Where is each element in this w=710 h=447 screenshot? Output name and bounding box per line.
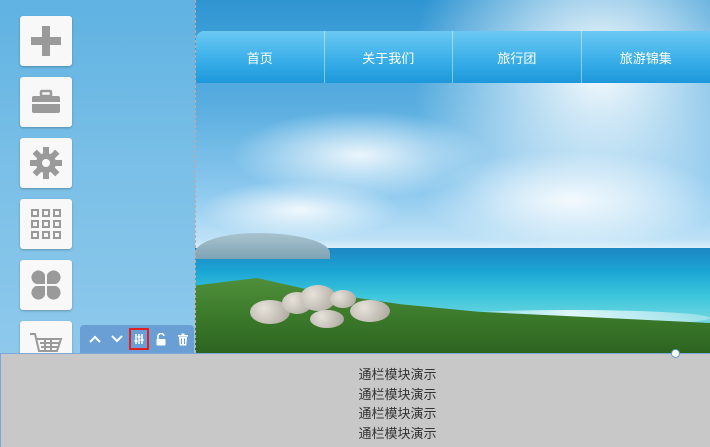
chevron-up-icon	[89, 335, 101, 343]
add-module-button[interactable]	[20, 16, 72, 66]
resize-handle[interactable]	[671, 349, 680, 358]
nav-item-about[interactable]: 关于我们	[325, 31, 454, 83]
trash-icon	[178, 333, 188, 345]
module-control-bar	[80, 325, 194, 353]
nav-item-travel-collection[interactable]: 旅游锦集	[582, 31, 710, 83]
nav-item-home[interactable]: 首页	[196, 31, 325, 83]
cloud	[200, 180, 400, 240]
layout-grid-button[interactable]	[20, 199, 72, 249]
settings-button[interactable]	[20, 138, 72, 188]
gear-icon	[30, 147, 62, 179]
cloud	[420, 150, 710, 250]
plus-icon	[31, 26, 61, 56]
main-nav: 首页 关于我们 旅行团 旅游锦集	[196, 31, 710, 83]
nav-item-tour-group[interactable]: 旅行团	[453, 31, 582, 83]
module-text-line: 通栏模块演示	[358, 427, 437, 443]
rock	[310, 310, 344, 328]
settings-sliders-icon	[134, 334, 144, 344]
module-text-line: 通栏模块演示	[358, 387, 437, 403]
move-up-button[interactable]	[86, 329, 104, 349]
clover-icon	[31, 270, 61, 300]
module-text: 通栏模块演示 通栏模块演示 通栏模块演示 通栏模块演示	[0, 366, 710, 445]
unlock-button[interactable]	[152, 329, 170, 349]
module-text-line: 通栏模块演示	[358, 368, 437, 383]
module-text-line: 通栏模块演示	[358, 407, 437, 423]
chevron-down-icon	[111, 335, 123, 343]
module-frame-edge	[0, 353, 1, 447]
unlock-icon	[156, 332, 166, 345]
grid-icon	[31, 209, 61, 239]
delete-button[interactable]	[174, 329, 192, 349]
toolbox-icon	[32, 89, 60, 113]
module-settings-button[interactable]	[129, 328, 149, 350]
full-width-module[interactable]: 通栏模块演示 通栏模块演示 通栏模块演示 通栏模块演示	[0, 353, 710, 447]
rock	[350, 300, 390, 322]
widgets-button[interactable]	[20, 260, 72, 310]
toolbox-button[interactable]	[20, 77, 72, 127]
move-down-button[interactable]	[108, 329, 126, 349]
